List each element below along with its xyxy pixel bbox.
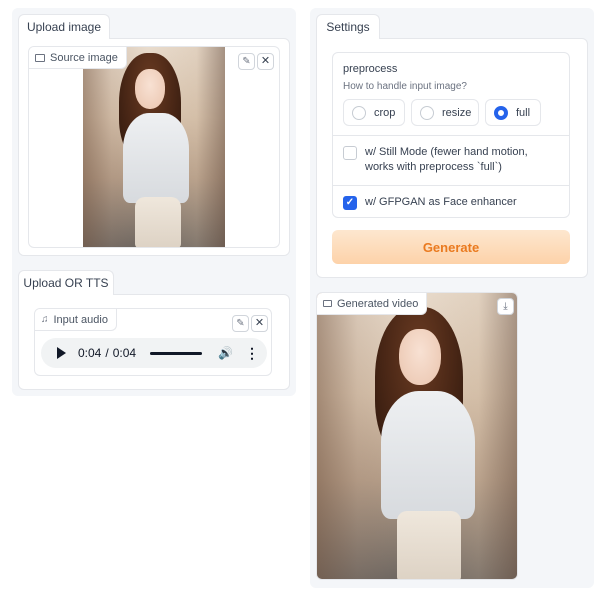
tab-upload-or-tts[interactable]: Upload OR TTS — [18, 270, 114, 295]
source-image-block[interactable]: Source image ✎ ✕ — [28, 46, 280, 248]
radio-resize-label: resize — [442, 106, 472, 119]
radio-crop-dot[interactable] — [352, 105, 366, 120]
radio-crop-label: crop — [374, 106, 396, 119]
clear-button[interactable]: ✕ — [257, 53, 274, 70]
time-separator: / — [105, 346, 109, 360]
source-image-label: Source image — [29, 47, 127, 69]
divider — [333, 135, 569, 136]
tab-label: Upload OR TTS — [23, 276, 109, 290]
more-options-icon[interactable]: ⋮ — [245, 345, 259, 362]
radio-crop[interactable]: crop — [343, 99, 405, 126]
download-button[interactable]: ⤓ — [497, 298, 514, 315]
audio-progress-track[interactable] — [150, 351, 203, 355]
generated-video-block[interactable]: Generated video ⤓ — [316, 292, 518, 580]
still-mode-row[interactable]: w/ Still Mode (fewer hand motion, works … — [333, 145, 569, 175]
close-icon: ✕ — [260, 55, 271, 67]
tab-label: Upload image — [26, 20, 102, 34]
preprocess-title: preprocess — [343, 63, 398, 75]
preprocess-info: How to handle input image? — [343, 81, 467, 92]
volume-icon[interactable]: 🔊 — [218, 346, 233, 360]
radio-resize[interactable]: resize — [411, 99, 479, 126]
input-audio-label: ♫ Input audio — [35, 309, 117, 331]
tab-upload-image[interactable]: Upload image — [18, 14, 110, 39]
checkmark-icon: ✓ — [345, 197, 355, 208]
source-image — [83, 47, 225, 247]
still-mode-checkbox[interactable] — [343, 146, 357, 160]
music-note-icon: ♫ — [41, 314, 49, 325]
tab-label: Settings — [326, 20, 370, 34]
current-time: 0:04 — [78, 346, 102, 360]
generate-button[interactable]: Generate — [332, 230, 570, 264]
settings-options-block: preprocess How to handle input image? cr… — [332, 52, 570, 218]
clear-audio-button[interactable]: ✕ — [251, 315, 268, 332]
gfpgan-row[interactable]: ✓ w/ GFPGAN as Face enhancer — [333, 195, 569, 210]
generated-video-label: Generated video — [317, 293, 428, 315]
gfpgan-label: w/ GFPGAN as Face enhancer — [365, 196, 517, 208]
radio-full-dot[interactable] — [494, 105, 508, 120]
play-icon[interactable] — [57, 347, 66, 359]
still-mode-label: w/ Still Mode (fewer hand motion, works … — [365, 146, 528, 173]
radio-full[interactable]: full — [485, 99, 541, 126]
duration: 0:04 — [112, 346, 137, 360]
image-icon — [35, 53, 45, 62]
radio-resize-dot[interactable] — [420, 105, 434, 120]
edit-audio-button[interactable]: ✎ — [232, 315, 249, 332]
close-icon: ✕ — [254, 317, 265, 329]
download-icon: ⤓ — [503, 300, 508, 312]
audio-progress-fill — [150, 351, 203, 355]
divider — [333, 185, 569, 186]
gfpgan-checkbox[interactable]: ✓ — [343, 196, 357, 210]
audio-player[interactable]: 0:04 / 0:04 🔊 ⋮ — [41, 338, 267, 368]
tab-settings[interactable]: Settings — [316, 14, 380, 39]
pencil-icon: ✎ — [236, 317, 245, 329]
radio-full-label: full — [516, 106, 531, 119]
pencil-icon: ✎ — [242, 55, 251, 67]
input-audio-block: ♫ Input audio ✎ ✕ 0:04 / 0:04 🔊 ⋮ — [34, 308, 272, 376]
edit-button[interactable]: ✎ — [238, 53, 255, 70]
video-icon — [323, 300, 332, 307]
generated-video — [317, 293, 517, 579]
